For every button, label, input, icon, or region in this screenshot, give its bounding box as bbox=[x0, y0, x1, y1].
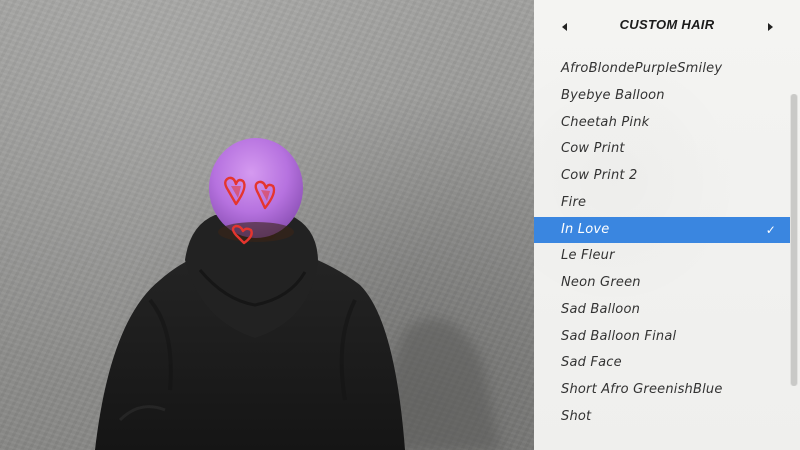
list-item[interactable]: Sad Balloon Final bbox=[534, 324, 792, 351]
list-item[interactable]: AfroBlondePurpleSmiley bbox=[534, 56, 792, 83]
list-item[interactable]: Sad Balloon bbox=[534, 297, 792, 324]
list-item[interactable]: Le Fleur bbox=[534, 243, 792, 270]
list-item[interactable]: Cheetah Pink bbox=[534, 110, 792, 137]
menu-title: CUSTOM HAIR bbox=[619, 17, 715, 32]
list-item[interactable]: Cow Print bbox=[534, 136, 792, 163]
scrollbar[interactable] bbox=[790, 94, 798, 386]
list-item[interactable]: Byebye Balloon bbox=[534, 83, 792, 110]
menu-header: CUSTOM HAIR bbox=[534, 0, 800, 52]
hair-option-list: AfroBlondePurpleSmiley Byebye Balloon Ch… bbox=[534, 56, 792, 431]
list-item[interactable]: Sad Face bbox=[534, 350, 792, 377]
list-item[interactable]: Cow Print 2 bbox=[534, 163, 792, 190]
checkmark-icon: ✓ bbox=[765, 222, 776, 237]
custom-hair-menu: CUSTOM HAIR AfroBlondePurpleSmiley Byeby… bbox=[534, 0, 800, 450]
list-item[interactable]: Shot bbox=[534, 404, 792, 431]
list-item-label: In Love bbox=[561, 221, 610, 237]
list-item[interactable]: Fire bbox=[534, 190, 792, 217]
list-item[interactable]: Neon Green bbox=[534, 270, 792, 297]
character-render bbox=[95, 138, 500, 450]
character-preview bbox=[0, 0, 534, 450]
list-item-selected[interactable]: In Love ✓ bbox=[534, 216, 792, 244]
triangle-right-icon[interactable] bbox=[762, 19, 778, 35]
scrollbar-thumb[interactable] bbox=[791, 94, 797, 386]
triangle-left-icon[interactable] bbox=[556, 19, 572, 35]
list-item[interactable]: Short Afro GreenishBlue bbox=[534, 377, 792, 404]
